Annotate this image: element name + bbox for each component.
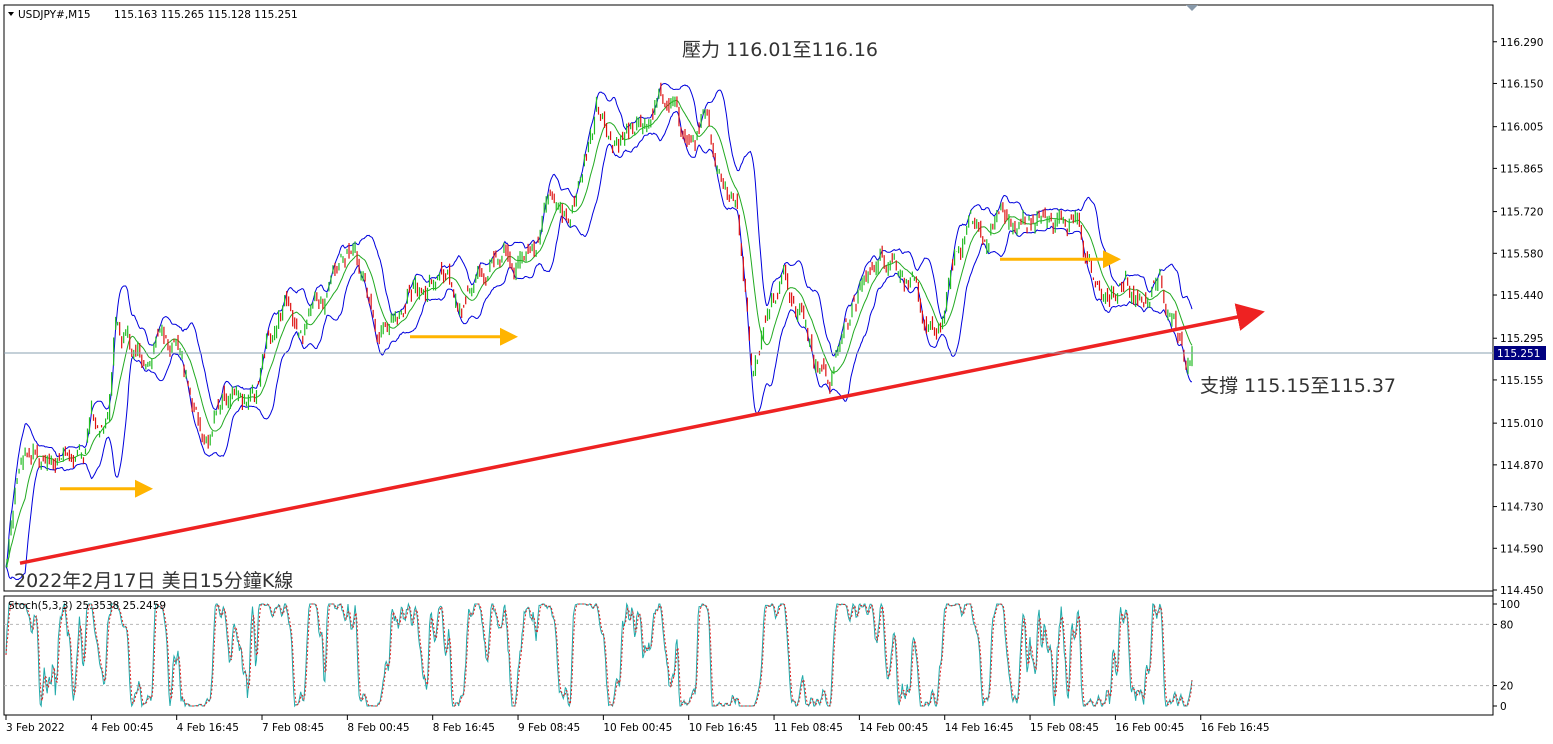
x-tick-label: 14 Feb 00:45 bbox=[859, 722, 928, 734]
y-tick-label: 116.150 bbox=[1500, 78, 1543, 90]
y-tick-label: 115.720 bbox=[1500, 207, 1543, 219]
chart-svg: 116.290 116.150 116.005 115.865 115.720 115.5… bbox=[0, 0, 1553, 744]
stoch-tick-label: 80 bbox=[1500, 619, 1513, 631]
x-tick-label: 7 Feb 08:45 bbox=[262, 722, 324, 734]
y-tick-label: 114.590 bbox=[1500, 543, 1543, 555]
resistance-annotation: 壓力 116.01至116.16 bbox=[682, 39, 878, 61]
x-tick-label: 10 Feb 16:45 bbox=[689, 722, 758, 734]
x-tick-label: 4 Feb 00:45 bbox=[91, 722, 153, 734]
y-tick-label: 114.870 bbox=[1500, 460, 1543, 472]
y-tick-label: 115.580 bbox=[1500, 248, 1543, 260]
x-tick-label: 15 Feb 08:45 bbox=[1030, 722, 1099, 734]
x-tick-label: 14 Feb 16:45 bbox=[945, 722, 1014, 734]
y-tick-label: 114.730 bbox=[1500, 502, 1543, 514]
y-tick-label: 115.155 bbox=[1500, 375, 1543, 387]
y-tick-label: 116.290 bbox=[1500, 37, 1543, 49]
chart-ohlc: 115.163 115.265 115.128 115.251 bbox=[114, 9, 298, 21]
support-annotation: 支撐 115.15至115.37 bbox=[1200, 375, 1396, 397]
y-tick-label: 115.440 bbox=[1500, 290, 1543, 302]
x-tick-label: 16 Feb 16:45 bbox=[1201, 722, 1270, 734]
current-price-value: 115.251 bbox=[1497, 348, 1540, 360]
stoch-tick-label: 20 bbox=[1500, 681, 1513, 693]
y-tick-label: 114.450 bbox=[1500, 585, 1543, 597]
y-tick-label: 115.865 bbox=[1500, 163, 1543, 175]
x-tick-label: 3 Feb 2022 bbox=[6, 722, 65, 734]
stoch-tick-label: 100 bbox=[1500, 599, 1520, 611]
stoch-tick-label: 0 bbox=[1500, 701, 1507, 713]
y-tick-label: 115.010 bbox=[1500, 418, 1543, 430]
x-tick-label: 9 Feb 08:45 bbox=[518, 722, 580, 734]
x-tick-label: 11 Feb 08:45 bbox=[774, 722, 843, 734]
x-tick-label: 16 Feb 00:45 bbox=[1115, 722, 1184, 734]
y-tick-label: 115.295 bbox=[1500, 333, 1543, 345]
x-tick-label: 8 Feb 00:45 bbox=[347, 722, 409, 734]
chart-symbol: USDJPY#,M15 bbox=[18, 9, 91, 21]
y-tick-label: 116.005 bbox=[1500, 122, 1543, 134]
x-tick-label: 10 Feb 00:45 bbox=[603, 722, 672, 734]
chart-caption: 2022年2月17日 美日15分鐘K線 bbox=[14, 570, 293, 592]
stoch-header: Stoch(5,3,3) 25.3538 25.2459 bbox=[8, 600, 166, 612]
x-tick-label: 8 Feb 16:45 bbox=[433, 722, 495, 734]
x-tick-label: 4 Feb 16:45 bbox=[177, 722, 239, 734]
chart-root: 116.290 116.150 116.005 115.865 115.720 115.5… bbox=[0, 0, 1553, 744]
